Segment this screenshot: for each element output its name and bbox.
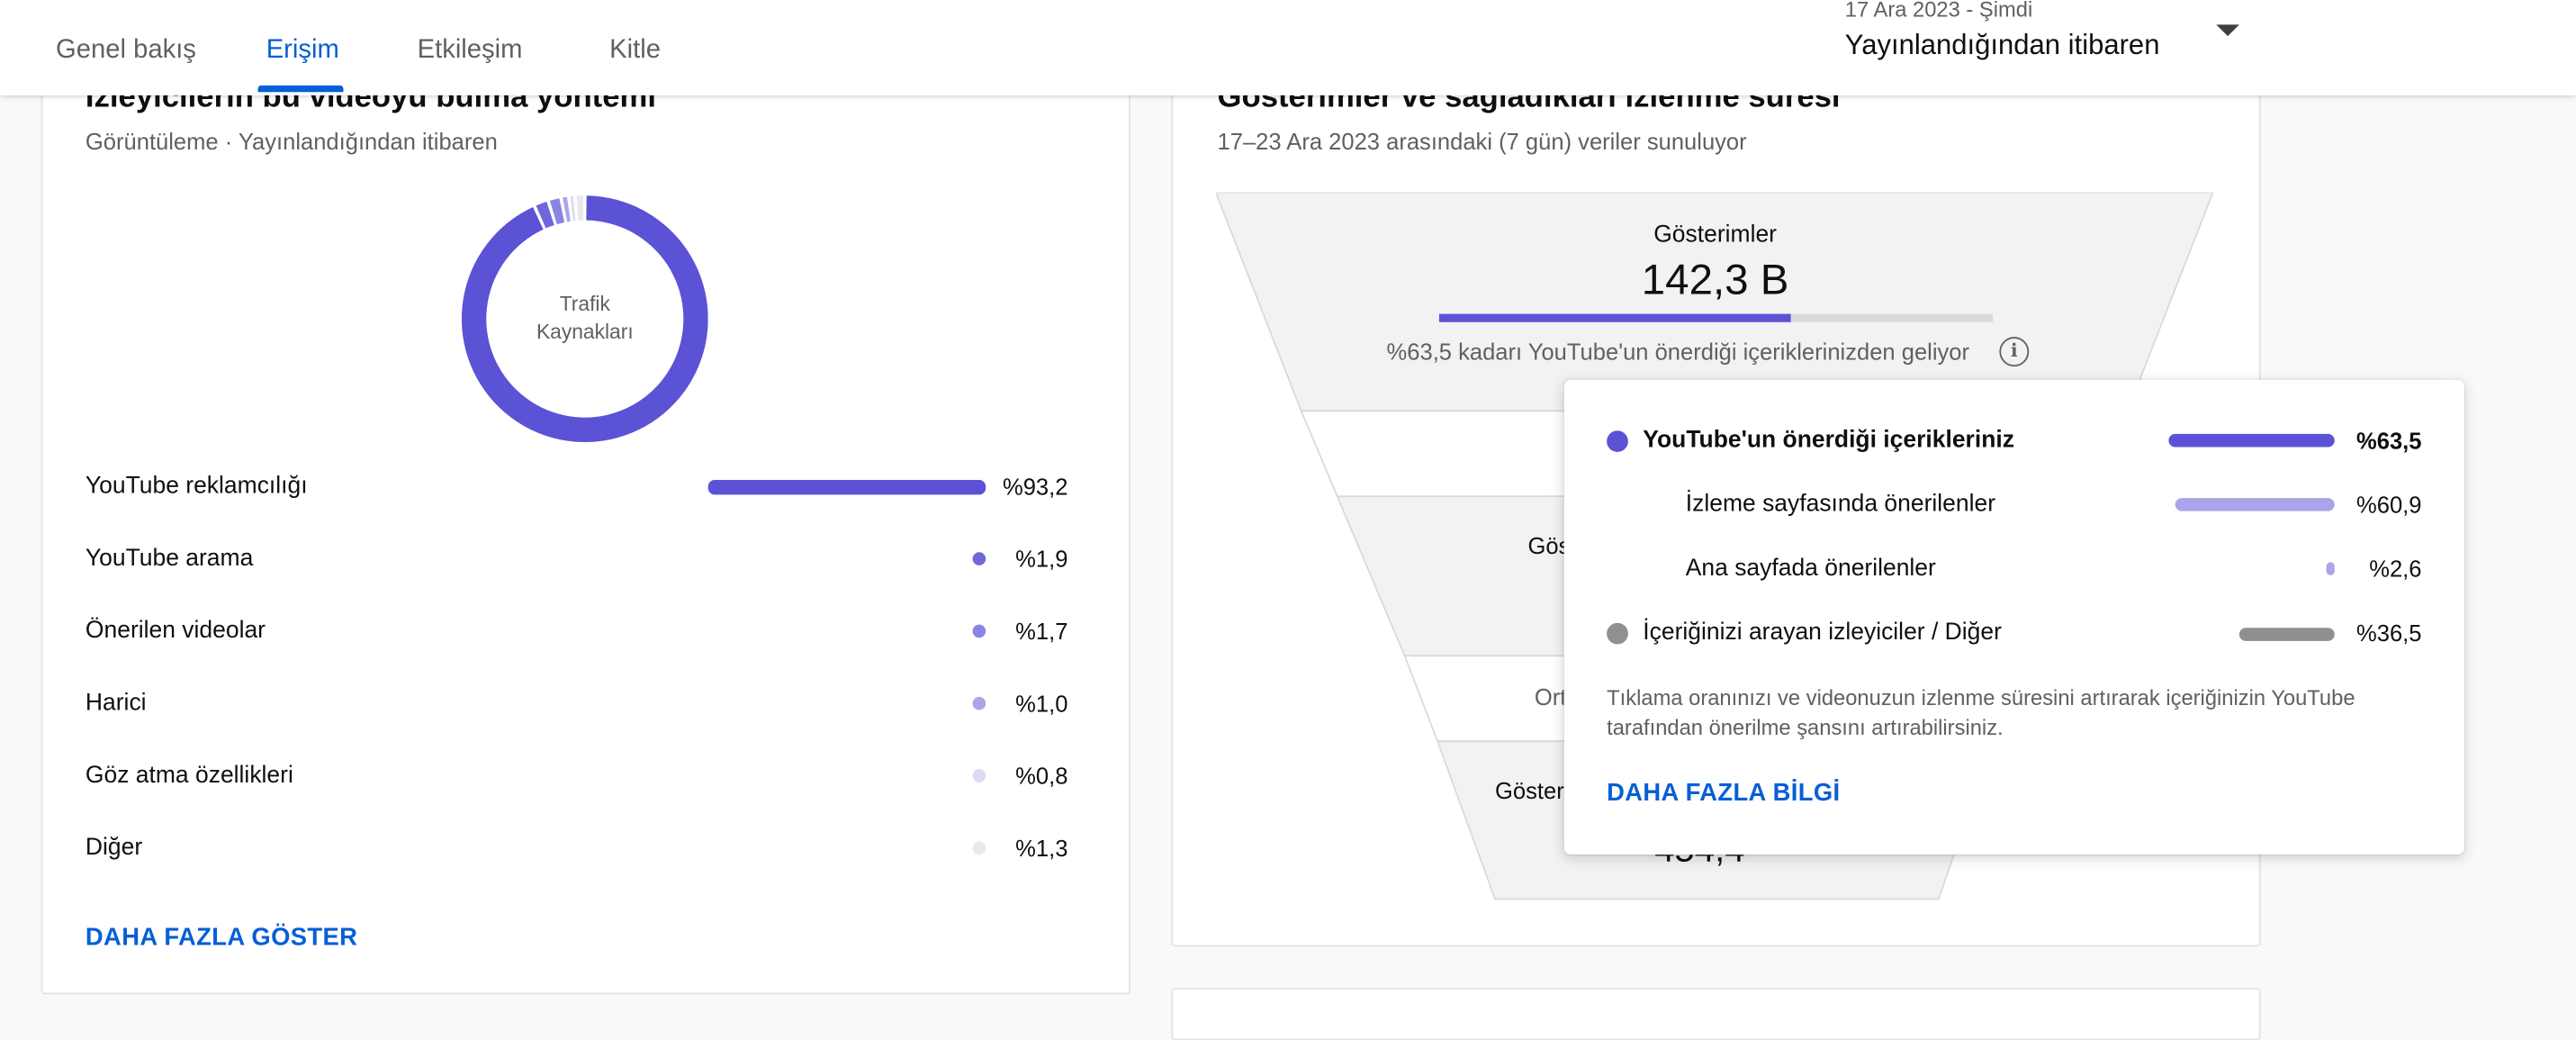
source-label-youtube-search: YouTube arama — [85, 545, 254, 573]
popup-note: Tıklama oranınızı ve videonuzun izlenme … — [1607, 685, 2355, 739]
source-dot-youtube-search — [972, 552, 986, 565]
impressions-label: Gösterimler — [1653, 222, 1778, 249]
source-value-browse: %0,8 — [1015, 762, 1068, 790]
source-value-youtube-search: %1,9 — [1015, 545, 1068, 573]
popup-value-recommended: %63,5 — [2356, 427, 2422, 454]
popup-label-recommended: YouTube'un önerdiği içerikleriniz — [1643, 427, 2014, 454]
tab-audience[interactable]: Kitle — [609, 36, 661, 66]
source-dot-browse — [972, 769, 986, 782]
donut-segment-browse[interactable] — [570, 195, 576, 222]
popup-bar-home — [2326, 562, 2335, 575]
date-range-selector[interactable]: Yayınlandığından itibaren — [1845, 30, 2160, 63]
tab-engagement[interactable]: Etkileşim — [418, 36, 523, 66]
donut-segment-other[interactable] — [576, 195, 584, 221]
popup-label-watch-page: İzleme sayfasında önerilenler — [1685, 491, 1996, 518]
source-label-youtube-ads: YouTube reklamcılığı — [85, 473, 308, 500]
popup-bar-watch-page — [2175, 498, 2335, 511]
source-value-suggested: %1,7 — [1015, 618, 1068, 645]
funnel-card-subtitle: 17–23 Ara 2023 arasındaki (7 gün) verile… — [1217, 128, 1747, 155]
impressions-progress-fill — [1438, 313, 1791, 322]
popup-label-search-other: İçeriğinizi arayan izleyiciler / Diğer — [1643, 619, 2002, 647]
traffic-card-subtitle: Görüntüleme · Yayınlandığından itibaren — [85, 128, 498, 155]
popup-value-watch-page: %60,9 — [2356, 491, 2422, 518]
popup-bar-recommended — [2168, 433, 2335, 448]
popup-value-home: %2,6 — [2369, 555, 2422, 583]
show-more-button[interactable]: DAHA FAZLA GÖSTER — [86, 924, 357, 952]
source-value-other: %1,3 — [1015, 835, 1068, 862]
tab-overview[interactable]: Genel bakış — [56, 36, 196, 66]
chevron-down-icon[interactable] — [2216, 24, 2239, 37]
info-icon[interactable]: i — [1999, 337, 2030, 367]
impressions-value: 142,3 B — [1641, 254, 1789, 304]
donut-segment-external[interactable] — [563, 196, 571, 222]
funnel-partial-label-2: Ort — [1534, 683, 1567, 710]
popup-bar-search-other — [2238, 628, 2335, 641]
source-value-youtube-ads: %93,2 — [1002, 473, 1068, 500]
analytics-tab-bar: Genel bakış Erişim Etkileşim Kitle 17 Ar… — [0, 0, 2576, 95]
source-dot-external — [972, 696, 986, 710]
funnel-partial-label-3: Göster — [1495, 777, 1564, 804]
impressions-progress-track — [1438, 313, 1994, 322]
popup-dot-recommended — [1607, 430, 1628, 452]
next-card-edge — [1171, 988, 2261, 1040]
popup-value-search-other: %36,5 — [2356, 619, 2422, 647]
source-label-browse: Göz atma özellikleri — [85, 762, 293, 790]
learn-more-link[interactable]: DAHA FAZLA BİLGİ — [1607, 779, 1840, 807]
source-label-suggested: Önerilen videolar — [85, 618, 266, 645]
source-dot-suggested — [972, 624, 986, 638]
donut-center-line-2: Kaynakları — [536, 320, 634, 343]
source-bar-youtube-ads — [707, 479, 986, 495]
recommendations-tooltip: YouTube'un önerdiği içerikleriniz %63,5 … — [1563, 379, 2464, 855]
popup-dot-search-other — [1607, 622, 1628, 645]
tab-reach[interactable]: Erişim — [266, 36, 339, 66]
source-dot-other — [972, 841, 986, 855]
source-label-other: Diğer — [85, 835, 143, 862]
source-label-external: Harici — [85, 690, 147, 717]
popup-label-home: Ana sayfada önerilenler — [1685, 555, 1936, 583]
source-value-external: %1,0 — [1015, 690, 1068, 717]
date-range-dates: 17 Ara 2023 - Şimdi — [1844, 0, 2033, 22]
traffic-donut-chart[interactable]: Trafik Kaynakları — [461, 194, 708, 443]
impressions-note: %63,5 kadarı YouTube'un önerdiği içerikl… — [1386, 339, 1970, 366]
active-tab-indicator — [257, 85, 344, 93]
donut-center-line-1: Trafik — [560, 292, 611, 315]
